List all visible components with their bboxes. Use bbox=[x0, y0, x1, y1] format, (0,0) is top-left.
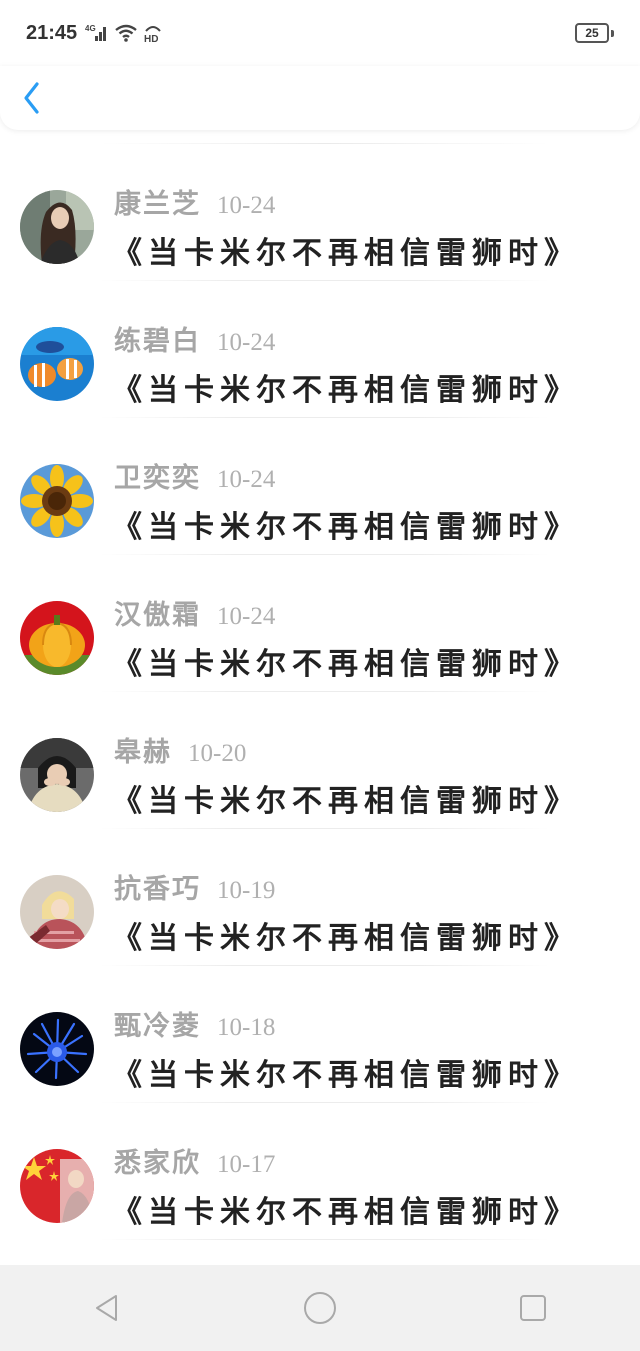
author-name: 卫奕奕 bbox=[114, 463, 201, 494]
post-date: 10-18 bbox=[217, 1014, 276, 1041]
sunflower-image bbox=[20, 464, 94, 538]
list-item[interactable]: 悉家欣 10-17 《当卡米尔不再相信雷狮时》 bbox=[0, 1103, 640, 1240]
avatar[interactable] bbox=[20, 1149, 94, 1223]
avatar[interactable] bbox=[20, 875, 94, 949]
status-bar: 21:45 4G HD 25 bbox=[0, 0, 640, 66]
post-date: 10-17 bbox=[217, 1151, 276, 1178]
author-name: 甄冷菱 bbox=[114, 1011, 201, 1042]
author-name: 抗香巧 bbox=[114, 874, 201, 905]
cellular-signal-icon: 4G bbox=[85, 24, 107, 41]
battery-tip bbox=[611, 29, 614, 37]
nav-home-button[interactable] bbox=[290, 1278, 350, 1338]
post-date: 10-24 bbox=[217, 192, 276, 219]
item-meta: 甄冷菱 10-18 bbox=[114, 1004, 275, 1043]
list-item[interactable]: 练碧白 10-24 《当卡米尔不再相信雷狮时》 bbox=[0, 281, 640, 418]
item-meta: 悉家欣 10-17 bbox=[114, 1141, 275, 1180]
battery-indicator: 25 bbox=[575, 23, 614, 43]
post-date: 10-20 bbox=[188, 740, 247, 767]
hd-voice-icon: HD bbox=[144, 26, 161, 43]
woman-portrait-image bbox=[20, 190, 94, 264]
square-recents-icon bbox=[520, 1295, 547, 1321]
app-header bbox=[0, 66, 640, 130]
avatar[interactable] bbox=[20, 1012, 94, 1086]
article-title[interactable]: 《当卡米尔不再相信雷狮时》 bbox=[112, 913, 580, 957]
avatar[interactable] bbox=[20, 601, 94, 675]
flag-figure-image bbox=[20, 1149, 94, 1223]
avatar[interactable] bbox=[20, 327, 94, 401]
avatar[interactable] bbox=[20, 190, 94, 264]
tropical-fish-image bbox=[20, 327, 94, 401]
list-item[interactable]: 抗香巧 10-19 《当卡米尔不再相信雷狮时》 bbox=[0, 829, 640, 966]
article-title[interactable]: 《当卡米尔不再相信雷狮时》 bbox=[112, 776, 580, 820]
post-date: 10-24 bbox=[217, 329, 276, 356]
circle-home-icon bbox=[303, 1292, 336, 1324]
author-name: 皋赫 bbox=[114, 737, 172, 768]
list-item[interactable]: 甄冷菱 10-18 《当卡米尔不再相信雷狮时》 bbox=[0, 966, 640, 1103]
svg-text:HD: HD bbox=[144, 34, 158, 43]
status-time: 21:45 bbox=[26, 21, 78, 44]
blue-flower-image bbox=[20, 1012, 94, 1086]
nav-recents-button[interactable] bbox=[503, 1278, 563, 1338]
item-meta: 抗香巧 10-19 bbox=[114, 867, 275, 906]
status-left: 21:45 4G HD bbox=[26, 22, 163, 45]
list-item[interactable]: 康兰芝 10-24 《当卡米尔不再相信雷狮时》 bbox=[0, 144, 640, 281]
item-meta: 卫奕奕 10-24 bbox=[114, 456, 275, 495]
item-meta: 练碧白 10-24 bbox=[114, 319, 275, 358]
item-meta: 皋赫 10-20 bbox=[114, 730, 246, 769]
nav-back-button[interactable] bbox=[77, 1278, 137, 1338]
post-date: 10-24 bbox=[217, 466, 276, 493]
chevron-left-icon bbox=[24, 82, 39, 114]
list-item[interactable]: 卫奕奕 10-24 《当卡米尔不再相信雷狮时》 bbox=[0, 418, 640, 555]
author-name: 康兰芝 bbox=[114, 189, 201, 220]
pumpkin-image bbox=[20, 601, 94, 675]
system-nav-bar bbox=[0, 1265, 640, 1351]
list-item[interactable]: 汉傲霜 10-24 《当卡米尔不再相信雷狮时》 bbox=[0, 555, 640, 692]
battery-level: 25 bbox=[575, 23, 609, 43]
item-meta: 汉傲霜 10-24 bbox=[114, 593, 275, 632]
article-title[interactable]: 《当卡米尔不再相信雷狮时》 bbox=[112, 1050, 580, 1094]
status-icons: 4G HD bbox=[85, 23, 163, 43]
author-name: 悉家欣 bbox=[114, 1148, 201, 1179]
item-divider bbox=[100, 1239, 550, 1240]
triangle-back-icon bbox=[95, 1295, 117, 1321]
article-title[interactable]: 《当卡米尔不再相信雷狮时》 bbox=[112, 502, 580, 546]
article-title[interactable]: 《当卡米尔不再相信雷狮时》 bbox=[112, 228, 580, 272]
article-title[interactable]: 《当卡米尔不再相信雷狮时》 bbox=[112, 365, 580, 409]
back-button[interactable] bbox=[0, 66, 64, 130]
wifi-icon bbox=[115, 24, 137, 42]
list-item[interactable]: 皋赫 10-20 《当卡米尔不再相信雷狮时》 bbox=[0, 692, 640, 829]
article-title[interactable]: 《当卡米尔不再相信雷狮时》 bbox=[112, 639, 580, 683]
anime-character-image bbox=[20, 875, 94, 949]
author-name: 练碧白 bbox=[114, 326, 201, 357]
item-meta: 康兰芝 10-24 bbox=[114, 182, 275, 221]
post-date: 10-24 bbox=[217, 603, 276, 630]
avatar[interactable] bbox=[20, 464, 94, 538]
author-name: 汉傲霜 bbox=[114, 600, 201, 631]
avatar[interactable] bbox=[20, 738, 94, 812]
girl-covering-face-image bbox=[20, 738, 94, 812]
screen: 21:45 4G HD 25 康兰芝 10-24 《当卡米尔不再相信雷狮时》 练… bbox=[0, 0, 640, 1351]
svg-text:4G: 4G bbox=[85, 24, 96, 33]
article-title[interactable]: 《当卡米尔不再相信雷狮时》 bbox=[112, 1187, 580, 1231]
post-date: 10-19 bbox=[217, 877, 276, 904]
